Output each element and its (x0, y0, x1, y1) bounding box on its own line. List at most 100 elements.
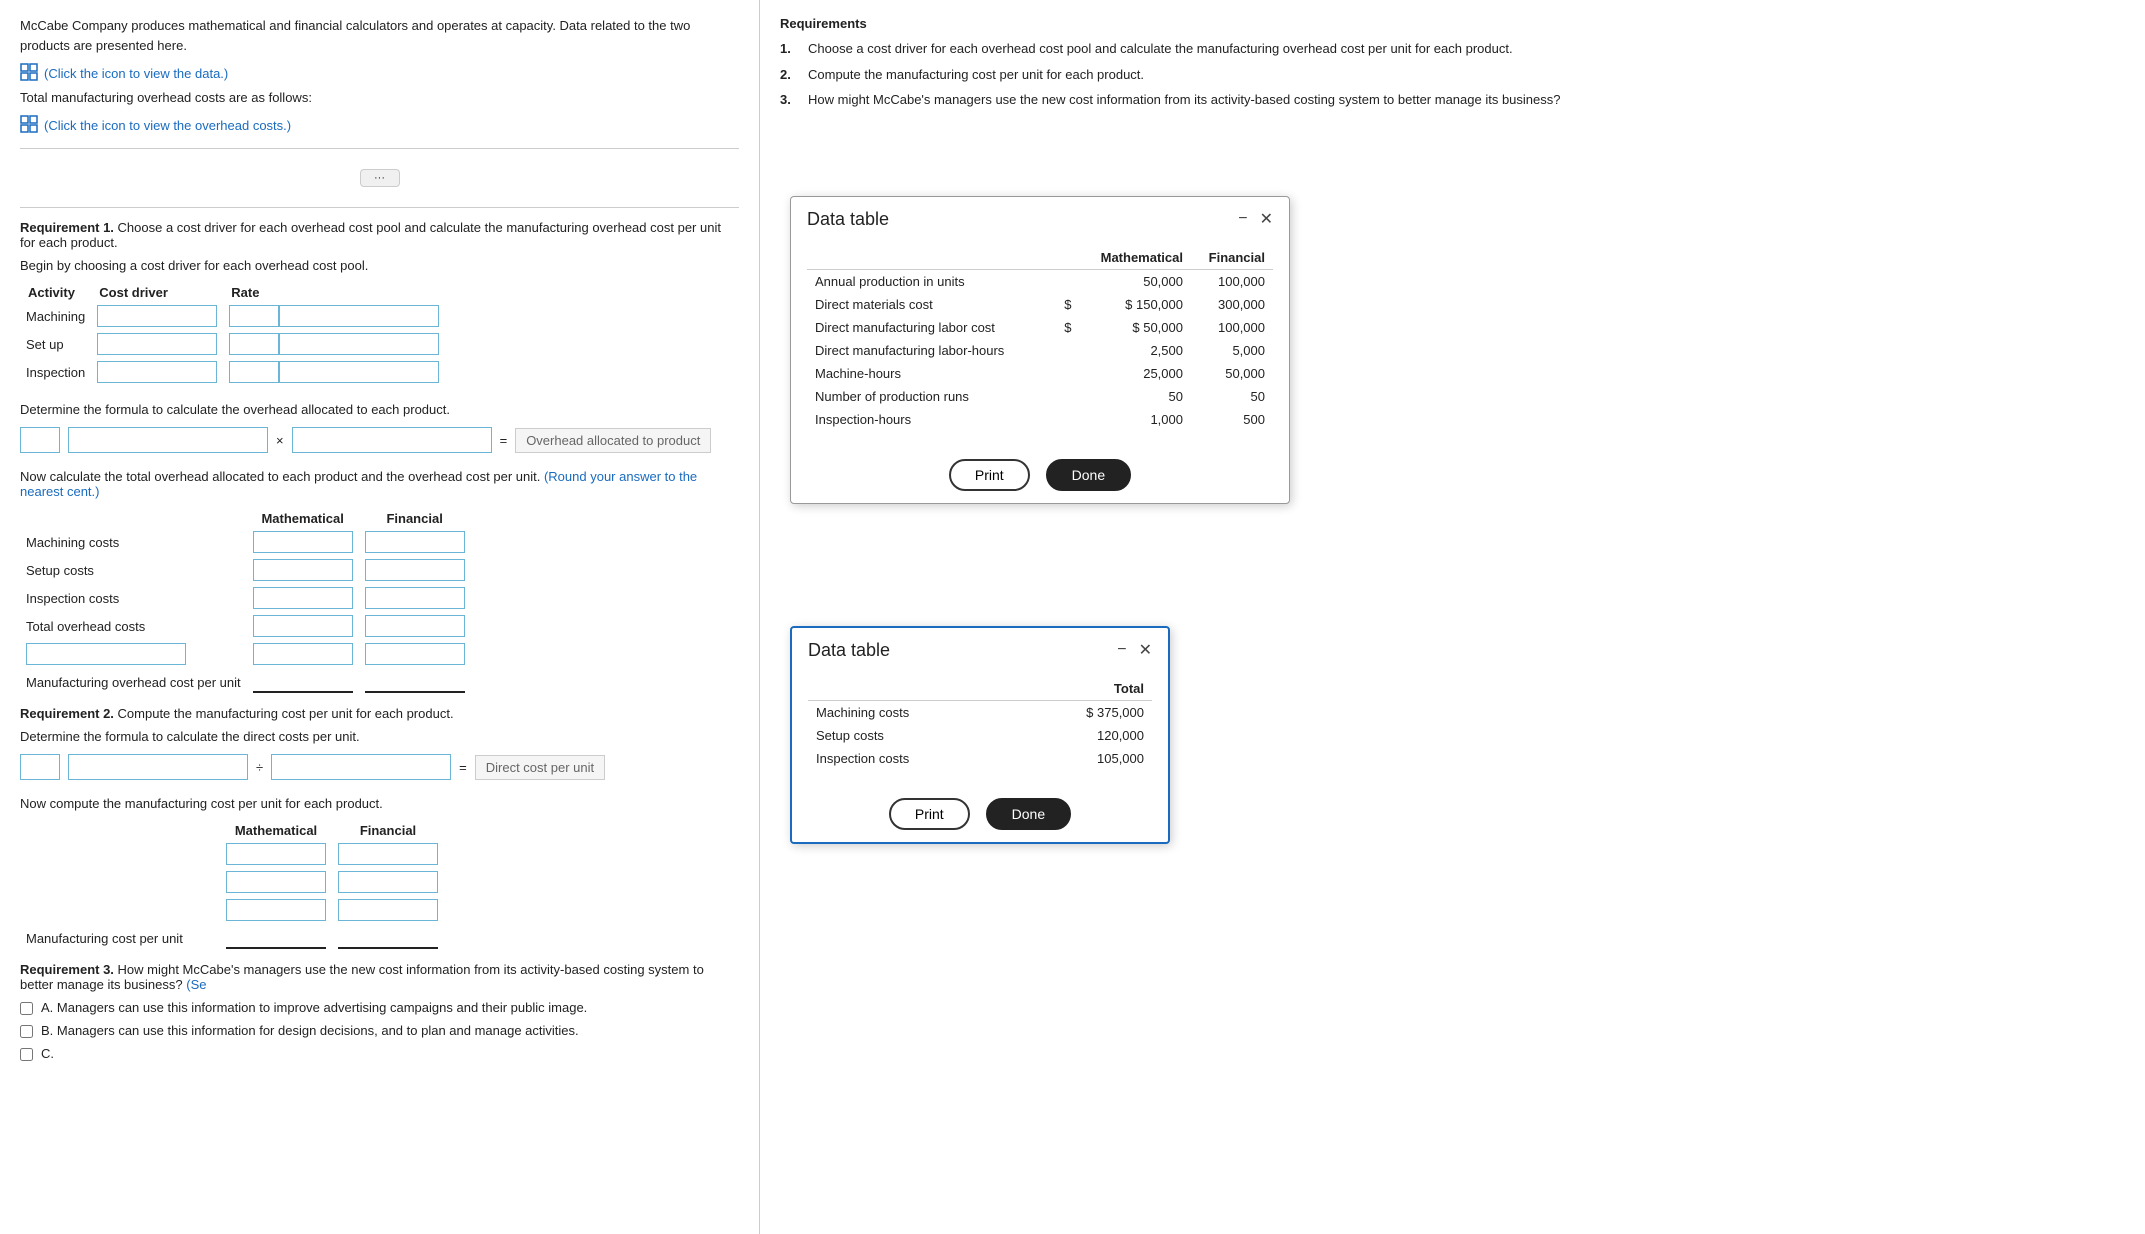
req3-title-rest: How might McCabe's managers use the new … (20, 962, 704, 992)
oh-math-header: Mathematical (247, 509, 359, 528)
machining-rate-input[interactable] (279, 305, 439, 327)
inspection-costs-math-input[interactable] (253, 587, 353, 609)
data-link[interactable]: (Click the icon to view the data.) (20, 63, 739, 84)
modal2-minimize-button[interactable]: − (1117, 641, 1126, 659)
table-row: Inspection-hours 1,000 500 (807, 408, 1273, 431)
mfg-per-unit-fin-input[interactable] (338, 927, 438, 949)
col-header-math: Mathematical (1080, 246, 1191, 270)
blank-math-input[interactable] (253, 643, 353, 665)
modal2-data-table: Total Machining costs $ 375,000 (808, 677, 1152, 770)
overhead-link-text[interactable]: (Click the icon to view the overhead cos… (44, 118, 291, 133)
mfg-per-unit-math-input[interactable] (226, 927, 326, 949)
modal2-close-button[interactable]: ✕ (1139, 640, 1152, 660)
machining-costs-math-input[interactable] (253, 531, 353, 553)
setup-costs-fin-input[interactable] (365, 559, 465, 581)
total-overhead-fin-input[interactable] (365, 615, 465, 637)
option-a: A. Managers can use this information to … (20, 1000, 739, 1015)
table-row: Direct materials cost $ $ 150,000 300,00… (807, 293, 1273, 316)
req-item-2: 2. Compute the manufacturing cost per un… (780, 65, 2125, 85)
setup-costs-math-input[interactable] (253, 559, 353, 581)
machining-cost-driver-input[interactable] (97, 305, 217, 327)
mfg-row3-fin-input[interactable] (338, 899, 438, 921)
grid-icon-data (20, 63, 38, 84)
setup-label: Set up (20, 330, 91, 358)
setup-rate-input[interactable] (279, 333, 439, 355)
setup-narrow-input[interactable] (229, 333, 279, 355)
mfg-row2-fin-input[interactable] (338, 871, 438, 893)
formula-left-input[interactable] (20, 427, 60, 453)
data-link-text[interactable]: (Click the icon to view the data.) (44, 66, 228, 81)
blank-fin-input[interactable] (365, 643, 465, 665)
table-row: Annual production in units 50,000 100,00… (807, 269, 1273, 293)
modal2-print-button[interactable]: Print (889, 798, 970, 830)
modal1-footer: Print Done (791, 447, 1289, 503)
formula-right-input[interactable] (292, 427, 492, 453)
inspection-cost-driver-input[interactable] (97, 361, 217, 383)
mfg-row2-math-input[interactable] (226, 871, 326, 893)
row-dmlh-label: Direct manufacturing labor-hours (807, 339, 1056, 362)
req2-formula-left-input[interactable] (20, 754, 60, 780)
total-overhead-math-input[interactable] (253, 615, 353, 637)
row-mh-label: Machine-hours (807, 362, 1056, 385)
modal1-done-button[interactable]: Done (1046, 459, 1131, 491)
table-row: Setup costs 120,000 (808, 724, 1152, 747)
row-annual-math: 50,000 (1080, 269, 1191, 293)
row-annual-sym (1056, 269, 1079, 293)
row-dml-math-val: 50,000 (1143, 320, 1183, 335)
machining-narrow-input[interactable] (229, 305, 279, 327)
total-overhead-label: Total overhead costs (20, 612, 247, 640)
expand-button[interactable]: ··· (360, 169, 400, 187)
row-dm-math-val: 150,000 (1136, 297, 1183, 312)
mfg-row2-label (20, 868, 220, 896)
option-c-checkbox[interactable] (20, 1048, 33, 1061)
overhead-note-text: Now calculate the total overhead allocat… (20, 469, 540, 484)
machining-costs-fin-input[interactable] (365, 531, 465, 553)
mfg-row1-math-input[interactable] (226, 843, 326, 865)
formula-equals: = (500, 433, 508, 448)
modal1-minimize-button[interactable]: − (1238, 210, 1247, 228)
req1-title-bold: Requirement 1. (20, 220, 114, 235)
inspection-costs-fin-input[interactable] (365, 587, 465, 609)
modals-container: Data table − ✕ Mathematical Fin (780, 116, 2125, 1016)
blank-left-input[interactable] (26, 643, 186, 665)
formula-main-input[interactable] (68, 427, 268, 453)
req-list: 1. Choose a cost driver for each overhea… (780, 39, 2125, 110)
mfg-overhead-per-unit-fin-input[interactable] (365, 671, 465, 693)
setup-cost-driver-input[interactable] (97, 333, 217, 355)
formula-operator: × (276, 433, 284, 448)
modal2-done-button[interactable]: Done (986, 798, 1071, 830)
mfg-overhead-per-unit-math-input[interactable] (253, 671, 353, 693)
option-b-checkbox[interactable] (20, 1025, 33, 1038)
option-b-text: B. Managers can use this information for… (41, 1023, 579, 1038)
req1-subtitle: Begin by choosing a cost driver for each… (20, 258, 739, 273)
modal1-close-button[interactable]: ✕ (1260, 209, 1273, 229)
oh-empty-header (20, 509, 247, 528)
mfg-row3-math-input[interactable] (226, 899, 326, 921)
data-table-modal-2: Data table − ✕ Total (790, 626, 1170, 844)
inspection-narrow-input[interactable] (229, 361, 279, 383)
table-row: Inspection (20, 358, 445, 386)
row-dm-sym: $ (1056, 293, 1079, 316)
table-row (20, 840, 444, 868)
modal1-print-button[interactable]: Print (949, 459, 1030, 491)
grid-icon-overhead (20, 115, 38, 136)
row-npr-sym (1056, 385, 1079, 408)
req2-formula-main-input[interactable] (68, 754, 248, 780)
req2-formula-right-input[interactable] (271, 754, 451, 780)
req-num-1: 1. (780, 39, 800, 59)
option-c: C. (20, 1046, 739, 1061)
modal2-header: Data table − ✕ (792, 628, 1168, 669)
row-dmlh-sym (1056, 339, 1079, 362)
intro-text: McCabe Company produces mathematical and… (20, 16, 739, 55)
overhead-note: Now calculate the total overhead allocat… (20, 469, 739, 499)
mfg-row1-fin-input[interactable] (338, 843, 438, 865)
option-a-text: A. Managers can use this information to … (41, 1000, 587, 1015)
inspection-rate-input[interactable] (279, 361, 439, 383)
table-row: Manufacturing overhead cost per unit (20, 668, 471, 696)
row-dm-fin: 300,000 (1191, 293, 1273, 316)
m2-machining-label: Machining costs (808, 700, 1043, 724)
option-a-checkbox[interactable] (20, 1002, 33, 1015)
table-row: Set up (20, 330, 445, 358)
overhead-link[interactable]: (Click the icon to view the overhead cos… (20, 115, 739, 136)
cost-driver-col-header: Cost driver (91, 283, 223, 302)
